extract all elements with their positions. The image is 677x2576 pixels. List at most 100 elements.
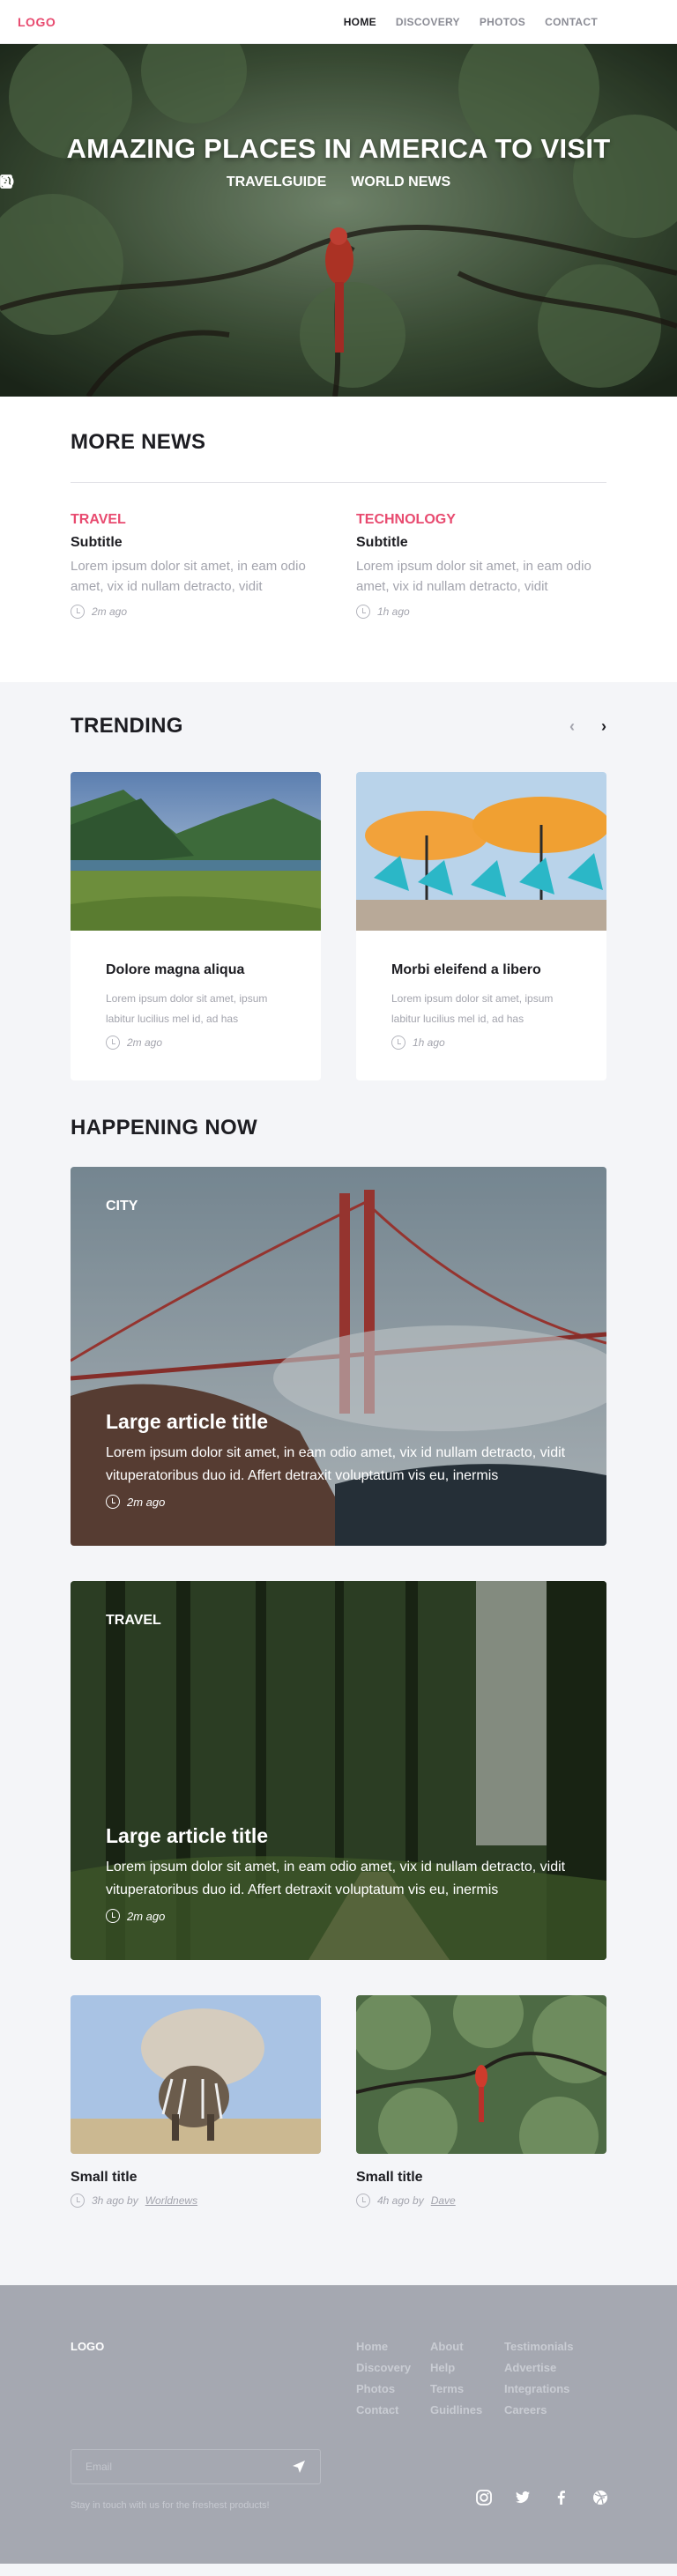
article-meta: 2m ago	[106, 1909, 165, 1923]
card-time: 2m ago	[127, 1036, 163, 1049]
clock-icon	[356, 2194, 370, 2208]
footer-link[interactable]: Testimonials	[504, 2340, 584, 2353]
article-time: 2m ago	[127, 1495, 166, 1509]
clock-icon	[106, 1036, 120, 1050]
news-time: 2m ago	[92, 605, 128, 618]
news-subtitle[interactable]: Subtitle	[71, 535, 321, 551]
nav-home[interactable]: HOME	[344, 16, 376, 28]
stay-in-touch-text: Stay in touch with us for the freshest p…	[71, 2500, 270, 2511]
small-title[interactable]: Small title	[71, 2170, 321, 2186]
clock-icon	[356, 605, 370, 619]
chevron-right-icon[interactable]: ›	[601, 717, 606, 736]
footer-logo[interactable]: LOGO	[71, 2340, 104, 2353]
article-tag[interactable]: TRAVEL	[106, 1613, 161, 1629]
article-title[interactable]: Large article title	[106, 1824, 268, 1848]
footer-link[interactable]: Terms	[430, 2382, 481, 2395]
forest-image	[71, 1581, 606, 1960]
send-icon[interactable]	[292, 2460, 306, 2474]
card-image-mountains	[71, 772, 321, 931]
nav-contact[interactable]: CONTACT	[545, 16, 598, 28]
hero-title: AMAZING PLACES IN AMERICA TO VISIT	[66, 133, 611, 164]
small-title[interactable]: Small title	[356, 2170, 606, 2186]
divider	[71, 482, 606, 483]
trending-section: TRENDING ‹ › Dolore magna aliqua Lorem i…	[0, 682, 677, 2285]
more-news-heading: MORE NEWS	[71, 430, 206, 454]
author-link[interactable]: Dave	[431, 2194, 456, 2207]
clock-icon	[106, 1495, 120, 1509]
hero-banner: AMAZING PLACES IN AMERICA TO VISIT TRAVE…	[0, 44, 677, 397]
small-meta: 3h ago by Worldnews	[71, 2194, 321, 2208]
news-category[interactable]: TRAVEL	[71, 512, 321, 528]
clock-icon	[391, 1036, 405, 1050]
clock-icon	[106, 1909, 120, 1923]
footer: LOGO Home Discovery Photos Contact About…	[0, 2285, 677, 2564]
dribbble-icon[interactable]	[592, 2490, 608, 2505]
footer-links: Home Discovery Photos Contact About Help…	[356, 2340, 584, 2416]
nav-photos[interactable]: PHOTOS	[480, 16, 525, 28]
news-item[interactable]: TECHNOLOGY Subtitle Lorem ipsum dolor si…	[356, 512, 606, 619]
footer-link[interactable]: Discovery	[356, 2361, 411, 2374]
card-text: Lorem ipsum dolor sit amet, ipsum labitu…	[391, 992, 554, 1025]
card-title[interactable]: Morbi eleifend a libero	[391, 962, 571, 978]
footer-link[interactable]: Advertise	[504, 2361, 584, 2374]
footer-link[interactable]: Guidlines	[430, 2403, 482, 2416]
top-nav: LOGO HOME DISCOVERY PHOTOS CONTACT	[0, 0, 677, 44]
footer-link[interactable]: About	[430, 2340, 481, 2353]
news-text: Lorem ipsum dolor sit amet, in eam odio …	[356, 559, 591, 594]
email-input[interactable]	[86, 2461, 262, 2473]
card-meta: 1h ago	[391, 1036, 571, 1050]
hero-tags: TRAVELGUIDE WORLD NEWS	[0, 174, 677, 190]
parrot-image	[356, 1995, 606, 2154]
document-icon	[0, 174, 12, 189]
instagram-icon[interactable]	[476, 2490, 492, 2505]
small-article[interactable]: Small title 4h ago by Dave	[356, 1995, 606, 2208]
card-time: 1h ago	[413, 1036, 445, 1049]
article-time: 2m ago	[127, 1909, 166, 1923]
logo[interactable]: LOGO	[18, 15, 56, 29]
news-subtitle[interactable]: Subtitle	[356, 535, 606, 551]
article-tag[interactable]: CITY	[106, 1199, 138, 1214]
trending-card[interactable]: Dolore magna aliqua Lorem ipsum dolor si…	[71, 772, 321, 1080]
footer-link[interactable]: Photos	[356, 2382, 407, 2395]
large-article-travel[interactable]: TRAVEL Large article title Lorem ipsum d…	[71, 1581, 606, 1960]
card-text: Lorem ipsum dolor sit amet, ipsum labitu…	[106, 992, 268, 1025]
small-article[interactable]: Small title 3h ago by Worldnews	[71, 1995, 321, 2208]
clock-icon	[71, 605, 85, 619]
footer-link[interactable]: Integrations	[504, 2382, 584, 2395]
news-meta: 2m ago	[71, 605, 321, 619]
facebook-icon[interactable]	[554, 2490, 569, 2505]
hero-image	[0, 44, 677, 397]
footer-link[interactable]: Help	[430, 2361, 481, 2374]
trending-heading: TRENDING	[71, 714, 183, 738]
hero-tag-travelguide[interactable]: TRAVELGUIDE	[0, 174, 326, 190]
more-news-section: MORE NEWS TRAVEL Subtitle Lorem ipsum do…	[0, 397, 677, 682]
news-item[interactable]: TRAVEL Subtitle Lorem ipsum dolor sit am…	[71, 512, 321, 619]
article-text: Lorem ipsum dolor sit amet, in eam odio …	[106, 1860, 566, 1897]
news-category[interactable]: TECHNOLOGY	[356, 512, 606, 528]
author-link[interactable]: Worldnews	[145, 2194, 197, 2207]
small-meta: 4h ago by Dave	[356, 2194, 606, 2208]
footer-link[interactable]: Careers	[504, 2403, 584, 2416]
happening-heading: HAPPENING NOW	[71, 1116, 257, 1140]
news-text: Lorem ipsum dolor sit amet, in eam odio …	[71, 559, 306, 594]
carousel-controls: ‹ ›	[569, 717, 606, 736]
trending-card[interactable]: Morbi eleifend a libero Lorem ipsum dolo…	[356, 772, 606, 1080]
clock-icon	[71, 2194, 85, 2208]
article-title[interactable]: Large article title	[106, 1410, 268, 1434]
footer-link[interactable]: Contact	[356, 2403, 407, 2416]
twitter-icon[interactable]	[515, 2490, 531, 2505]
article-meta: 2m ago	[106, 1495, 165, 1509]
hero-tag-worldnews[interactable]: WORLD NEWS	[0, 174, 450, 190]
large-article-city[interactable]: CITY Large article title Lorem ipsum dol…	[71, 1167, 606, 1546]
article-text: Lorem ipsum dolor sit amet, in eam odio …	[106, 1445, 566, 1483]
nav-discovery[interactable]: DISCOVERY	[396, 16, 460, 28]
news-meta: 1h ago	[356, 605, 606, 619]
card-title[interactable]: Dolore magna aliqua	[106, 962, 286, 978]
card-meta: 2m ago	[106, 1036, 286, 1050]
news-time: 1h ago	[377, 605, 410, 618]
zebra-image	[71, 1995, 321, 2154]
footer-link[interactable]: Home	[356, 2340, 407, 2353]
bridge-image	[71, 1167, 606, 1546]
chevron-left-icon[interactable]: ‹	[569, 717, 575, 736]
main-menu: HOME DISCOVERY PHOTOS CONTACT	[344, 0, 598, 44]
